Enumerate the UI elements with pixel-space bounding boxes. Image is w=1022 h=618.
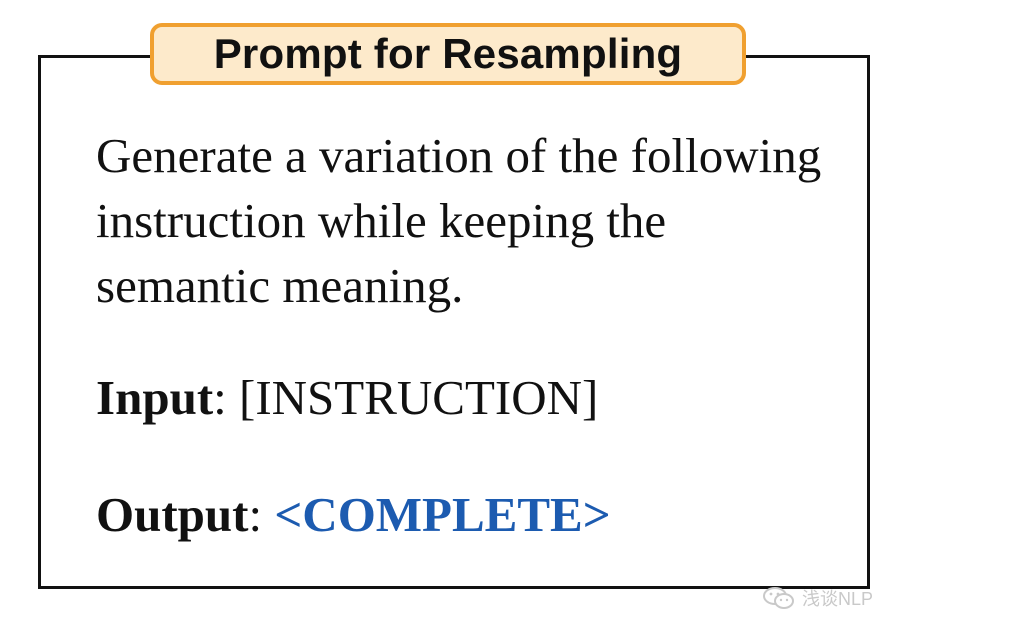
input-line: Input: [INSTRUCTION]	[96, 368, 598, 428]
output-separator: :	[248, 487, 275, 542]
prompt-title: Prompt for Resampling	[150, 23, 746, 85]
input-value: [INSTRUCTION]	[239, 370, 599, 425]
output-value: <COMPLETE>	[274, 487, 611, 542]
output-line: Output: <COMPLETE>	[96, 485, 611, 545]
input-label: Input	[96, 370, 214, 425]
wechat-icon	[763, 587, 794, 609]
output-label: Output	[96, 487, 249, 542]
watermark-text: 浅谈NLP	[802, 589, 874, 609]
instruction-text: Generate a variation of the following in…	[96, 128, 822, 313]
input-separator: :	[213, 370, 240, 425]
watermark: 浅谈NLP	[762, 586, 873, 610]
